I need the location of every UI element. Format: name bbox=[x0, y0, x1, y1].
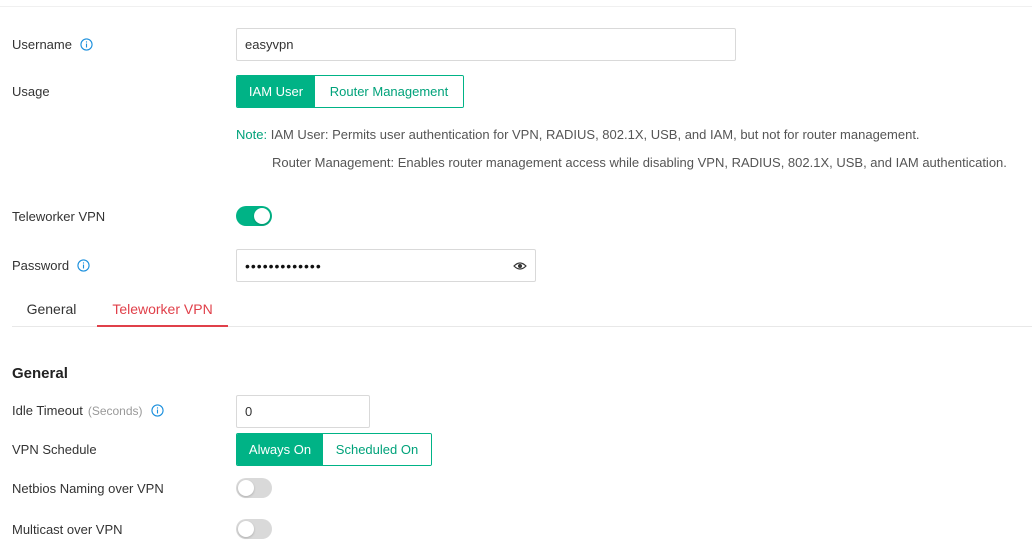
usage-label: Usage bbox=[12, 84, 50, 99]
multicast-label-row: Multicast over VPN bbox=[12, 522, 123, 537]
toggle-knob bbox=[238, 521, 254, 537]
multicast-label: Multicast over VPN bbox=[12, 522, 123, 537]
tab-general[interactable]: General bbox=[12, 292, 91, 326]
password-label-row: Password bbox=[12, 258, 90, 273]
username-value: easyvpn bbox=[245, 37, 294, 52]
info-icon[interactable] bbox=[77, 259, 90, 272]
netbios-label: Netbios Naming over VPN bbox=[12, 481, 164, 496]
teleworker-vpn-toggle[interactable] bbox=[236, 206, 272, 226]
usage-segmented-control: IAM User Router Management bbox=[236, 75, 464, 108]
netbios-label-row: Netbios Naming over VPN bbox=[12, 481, 164, 496]
usage-note-line2: Router Management: Enables router manage… bbox=[272, 155, 1007, 170]
vpn-schedule-segmented-control: Always On Scheduled On bbox=[236, 433, 432, 466]
vpn-schedule-option-always-on[interactable]: Always On bbox=[237, 434, 323, 465]
password-value: ••••••••••••• bbox=[245, 257, 322, 274]
idle-timeout-unit: (Seconds) bbox=[87, 403, 143, 418]
teleworker-vpn-label: Teleworker VPN bbox=[12, 209, 106, 224]
idle-timeout-input[interactable]: 0 bbox=[236, 395, 370, 428]
note-text-1: IAM User: Permits user authentication fo… bbox=[270, 127, 920, 142]
note-text-2: Router Management: Enables router manage… bbox=[272, 155, 1007, 170]
idle-timeout-label-row: Idle Timeout (Seconds) bbox=[12, 403, 164, 418]
info-icon[interactable] bbox=[80, 38, 93, 51]
teleworker-vpn-label-row: Teleworker VPN bbox=[12, 209, 105, 224]
password-label: Password bbox=[12, 258, 70, 273]
password-input[interactable]: ••••••••••••• bbox=[236, 249, 536, 282]
multicast-toggle[interactable] bbox=[236, 519, 272, 539]
section-title-general: General bbox=[12, 365, 68, 382]
toggle-knob bbox=[238, 480, 254, 496]
netbios-toggle[interactable] bbox=[236, 478, 272, 498]
idle-timeout-label: Idle Timeout bbox=[12, 403, 83, 418]
toggle-knob bbox=[254, 208, 270, 224]
idle-timeout-value: 0 bbox=[245, 404, 253, 419]
vpn-schedule-option-scheduled-on[interactable]: Scheduled On bbox=[323, 434, 431, 465]
username-label-row: Username bbox=[12, 37, 93, 52]
usage-note-line1: Note: IAM User: Permits user authenticat… bbox=[236, 127, 920, 142]
vpn-schedule-label-row: VPN Schedule bbox=[12, 442, 97, 457]
usage-option-router-management[interactable]: Router Management bbox=[315, 76, 463, 107]
username-input[interactable]: easyvpn bbox=[236, 28, 736, 61]
vpn-schedule-label: VPN Schedule bbox=[12, 442, 97, 457]
tab-teleworker-vpn[interactable]: Teleworker VPN bbox=[97, 292, 228, 327]
usage-label-row: Usage bbox=[12, 84, 50, 99]
eye-icon[interactable] bbox=[513, 260, 527, 272]
top-divider bbox=[0, 6, 1032, 7]
tab-bar: General Teleworker VPN bbox=[12, 292, 1032, 327]
note-key: Note: bbox=[236, 127, 268, 142]
username-label: Username bbox=[12, 37, 72, 52]
info-icon[interactable] bbox=[150, 404, 164, 417]
usage-option-iam-user[interactable]: IAM User bbox=[237, 76, 315, 107]
